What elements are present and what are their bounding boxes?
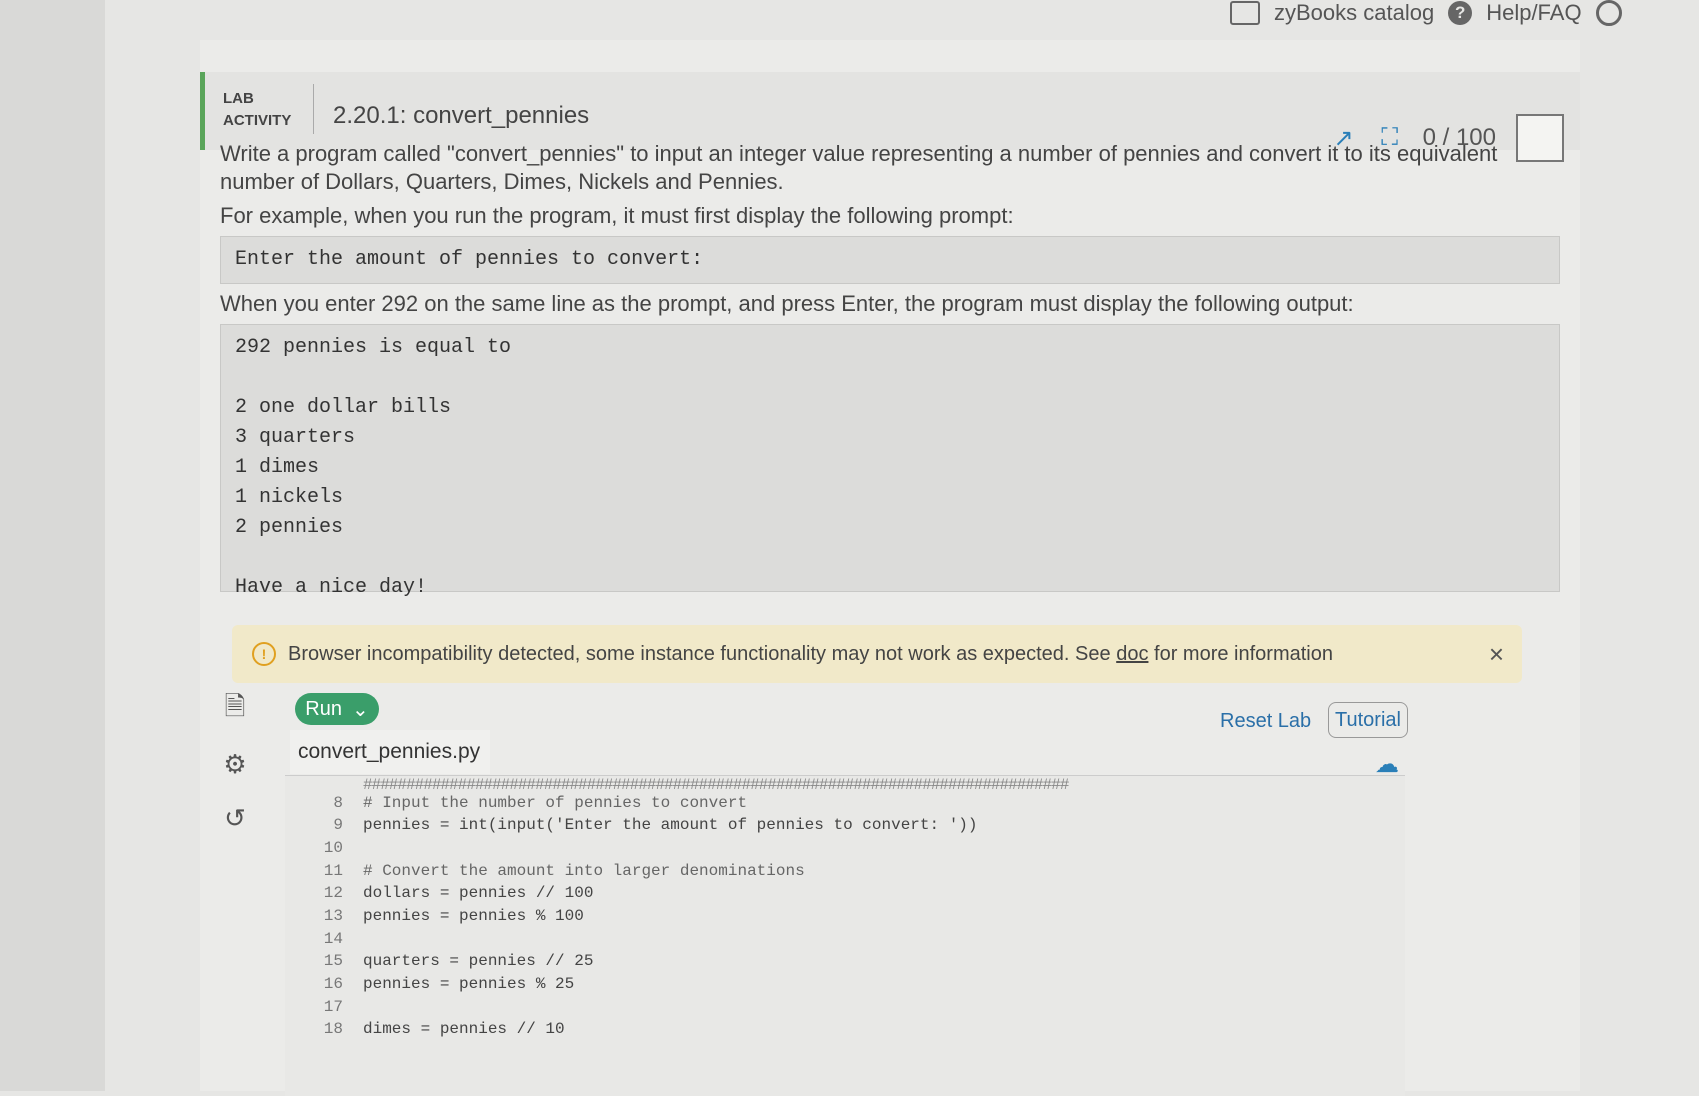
line-number: 11 <box>323 862 343 880</box>
line-number: 18 <box>323 1020 343 1038</box>
instructions: Write a program called "convert_pennies"… <box>220 140 1560 599</box>
browser-warning: ! Browser incompatibility detected, some… <box>232 625 1522 683</box>
code-line: # Input the number of pennies to convert <box>363 794 748 812</box>
chevron-down-icon: ⌄ <box>351 698 369 721</box>
code-line: pennies = pennies % 100 <box>363 907 584 925</box>
output-example: 292 pennies is equal to 2 one dollar bil… <box>220 324 1560 599</box>
file-tab[interactable]: convert_pennies.py <box>290 730 491 774</box>
file-icon[interactable]: 🗎 <box>220 691 250 725</box>
lab-card: LAB ACTIVITY 2.20.1: convert_pennies ↗ ⛶… <box>200 40 1580 1096</box>
help-icon[interactable]: ? <box>1448 1 1473 25</box>
monitor-bezel <box>0 0 105 1091</box>
code-editor[interactable]: ########################################… <box>285 775 1405 1096</box>
warning-text: Browser incompatibility detected, some i… <box>288 642 1111 665</box>
gear-icon[interactable]: ⚙ <box>220 749 250 779</box>
code-line: dimes = pennies // 10 <box>363 1020 565 1038</box>
doc-link[interactable]: doc <box>1116 643 1148 666</box>
header-divider <box>313 84 314 134</box>
run-button[interactable]: Run ⌄ <box>295 693 379 725</box>
line-number: 9 <box>333 816 343 834</box>
warning-icon: ! <box>252 642 276 666</box>
warning-tail: for more information <box>1154 642 1333 665</box>
tutorial-button[interactable]: Tutorial <box>1328 702 1408 738</box>
top-bar: zyBooks catalog ? Help/FAQ <box>1230 0 1622 26</box>
line-number: 8 <box>333 794 343 812</box>
instruction-paragraph: Write a program called "convert_pennies"… <box>220 141 1498 194</box>
close-icon[interactable]: × <box>1489 639 1504 670</box>
lab-title: 2.20.1: convert_pennies <box>333 102 590 129</box>
line-number: 13 <box>323 907 343 925</box>
line-number: 12 <box>323 884 343 902</box>
line-number: 16 <box>323 975 343 993</box>
code-line: pennies = int(input('Enter the amount of… <box>363 816 978 834</box>
instruction-paragraph: For example, when you run the program, i… <box>220 203 1014 228</box>
editor-sidebar: 🗎 ⚙ ↺ <box>220 691 250 833</box>
line-number: 10 <box>323 839 343 857</box>
history-icon[interactable]: ↺ <box>220 803 250 833</box>
instruction-paragraph: When you enter 292 on the same line as t… <box>220 291 1354 316</box>
prompt-example: Enter the amount of pennies to convert: <box>220 236 1560 284</box>
catalog-link[interactable]: zyBooks catalog <box>1274 0 1434 26</box>
catalog-icon[interactable] <box>1230 1 1260 25</box>
code-line: quarters = pennies // 25 <box>363 952 594 970</box>
lab-activity-label: LAB ACTIVITY <box>223 90 292 129</box>
line-number: 17 <box>323 998 343 1016</box>
user-icon[interactable] <box>1595 0 1622 26</box>
code-line: dollars = pennies // 100 <box>363 884 594 902</box>
line-number: 15 <box>323 952 343 970</box>
help-link[interactable]: Help/FAQ <box>1486 0 1581 26</box>
code-line: # Convert the amount into larger denomin… <box>363 862 805 880</box>
code-line: pennies = pennies % 25 <box>363 975 575 993</box>
reset-lab-button[interactable]: Reset Lab <box>1220 710 1311 733</box>
lab-header: LAB ACTIVITY 2.20.1: convert_pennies ↗ ⛶… <box>200 72 1580 162</box>
line-number: 14 <box>323 930 343 948</box>
